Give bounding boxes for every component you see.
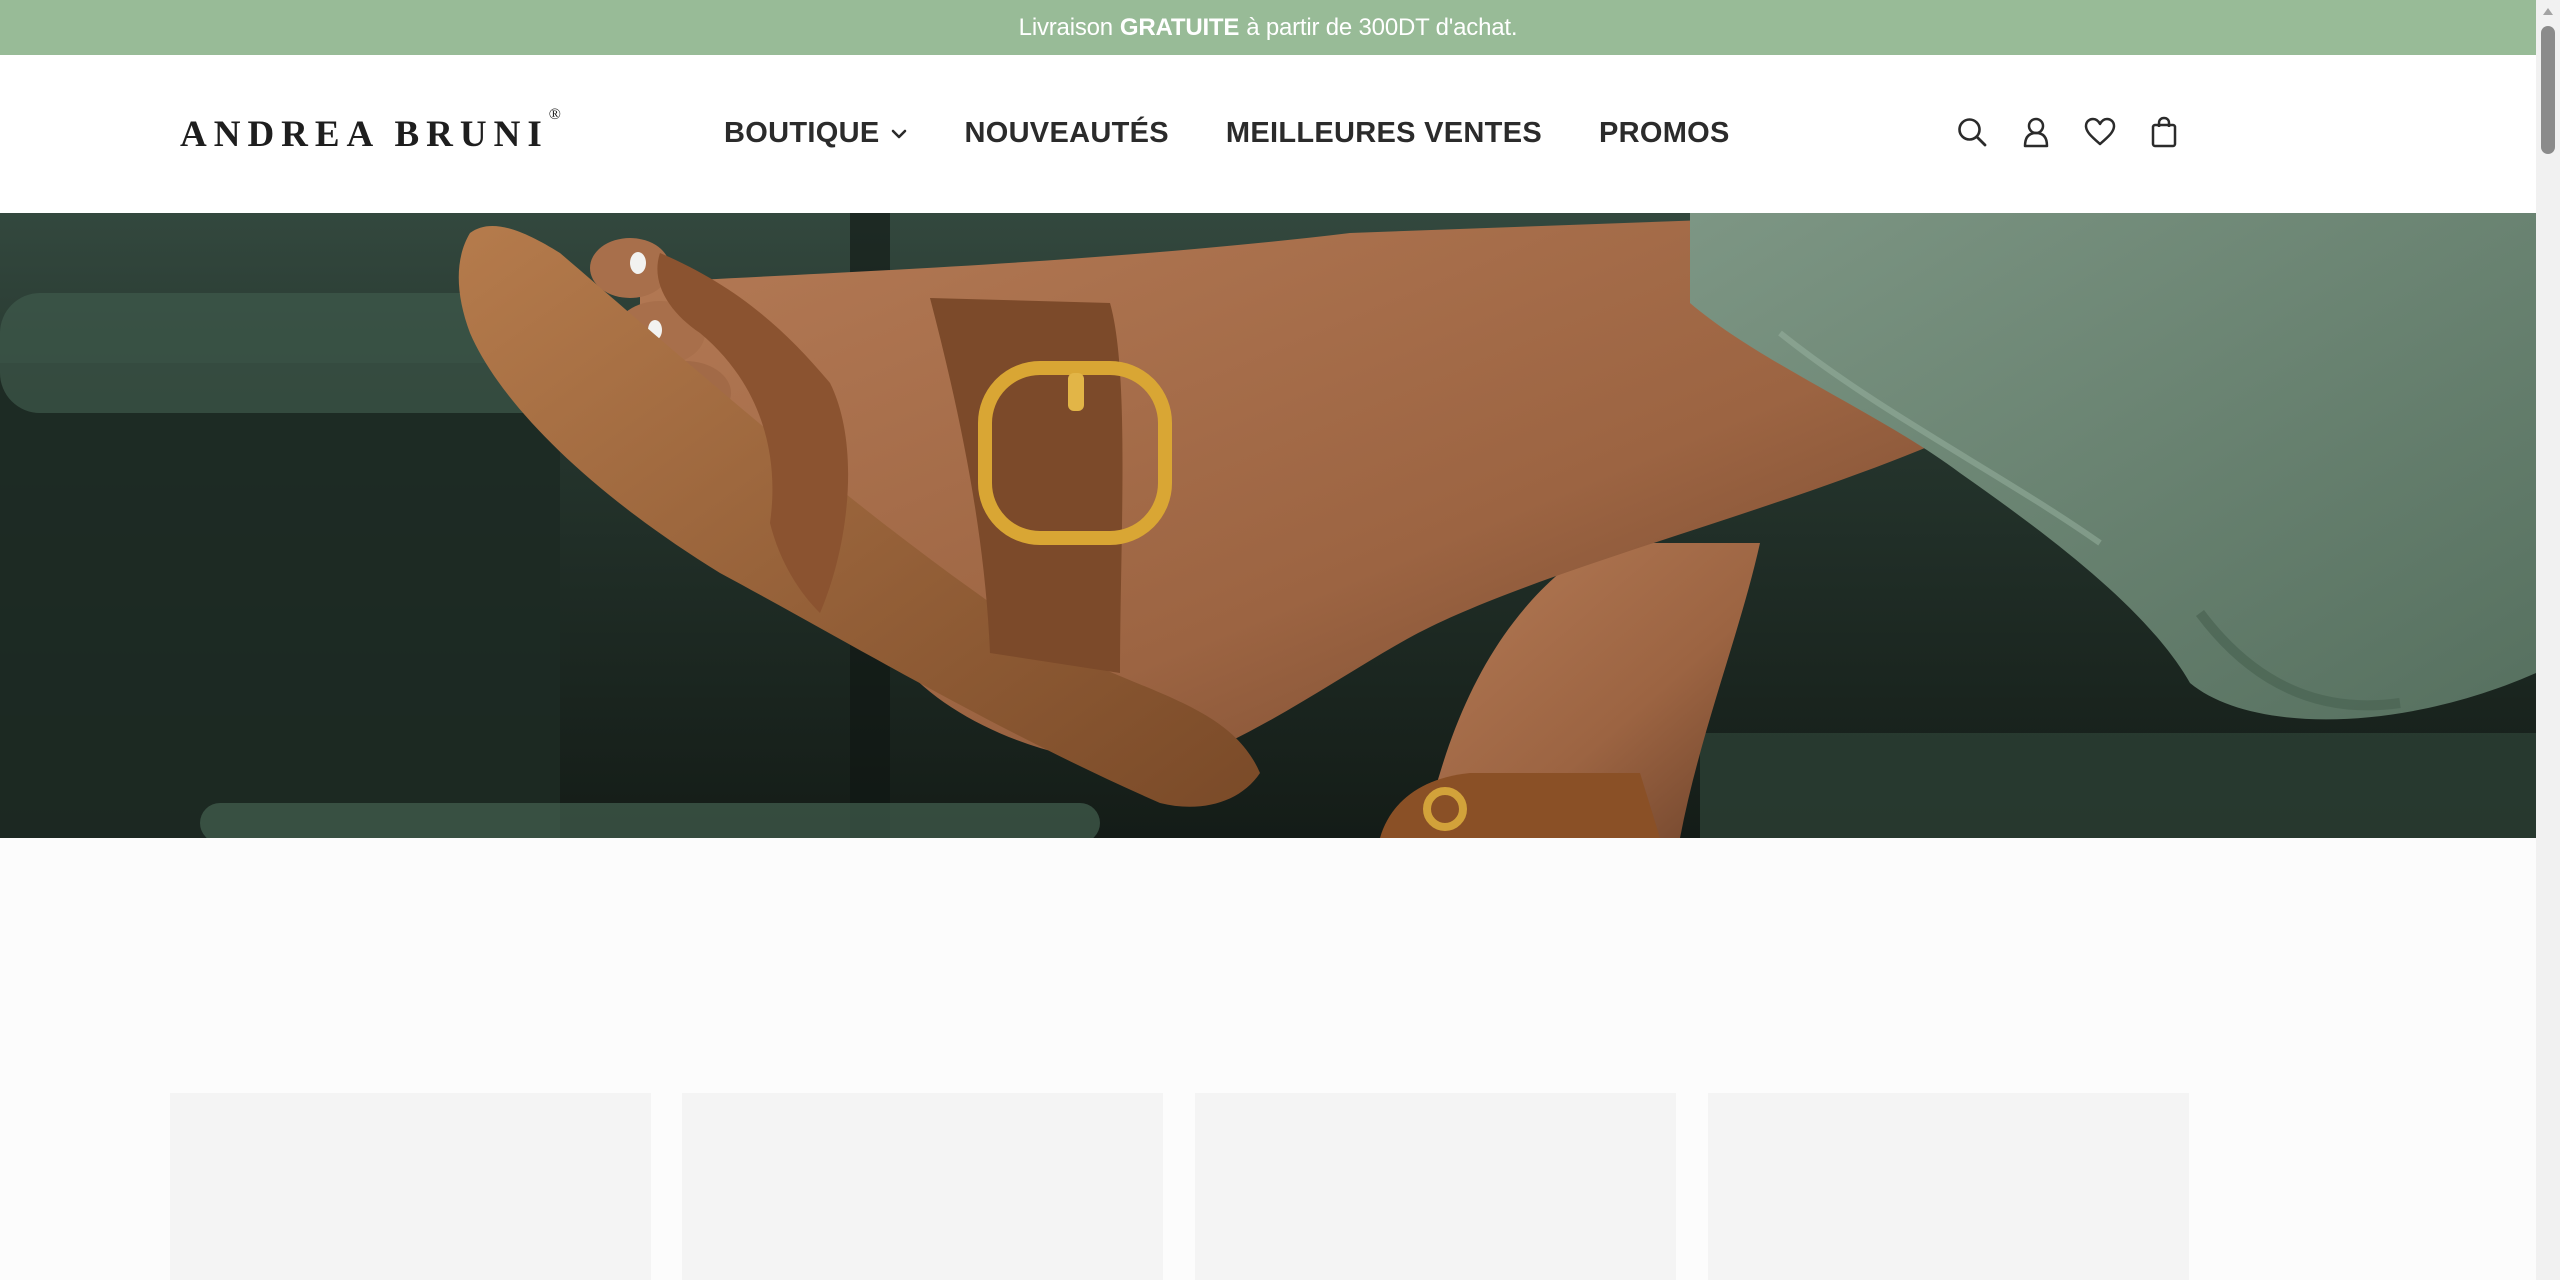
wishlist-heart-icon[interactable] — [2083, 115, 2117, 149]
hero-image — [0, 213, 2536, 838]
chevron-down-icon — [891, 129, 907, 139]
product-card-placeholder — [682, 1093, 1163, 1280]
header-icons — [1955, 115, 2211, 149]
hero-banner[interactable] — [0, 213, 2536, 838]
main-nav: BOUTIQUE NOUVEAUTÉS MEILLEURES VENTES PR… — [724, 117, 1787, 150]
product-card-placeholder — [1708, 1093, 2189, 1280]
product-card-placeholder — [1195, 1093, 1676, 1280]
announcement-suffix: à partir de 300DT d'achat. — [1246, 13, 1518, 41]
search-icon[interactable] — [1955, 115, 1989, 149]
announcement-bar: Livraison GRATUITE à partir de 300DT d'a… — [0, 0, 2536, 55]
nav-item-label: MEILLEURES VENTES — [1225, 117, 1542, 149]
nav-item-meilleures-ventes[interactable]: MEILLEURES VENTES — [1226, 117, 1542, 150]
account-icon[interactable] — [2019, 115, 2053, 149]
scrollbar-thumb[interactable] — [2541, 26, 2555, 154]
product-card-placeholder — [170, 1093, 651, 1280]
announcement-prefix: Livraison — [1018, 13, 1113, 41]
brand-name: ANDREA BRUNI — [180, 114, 549, 155]
site-header: ANDREA BRUNI® BOUTIQUE NOUVEAUTÉS MEILLE… — [0, 55, 2536, 213]
nav-item-label: PROMOS — [1598, 117, 1730, 149]
shopping-bag-icon[interactable] — [2147, 115, 2181, 149]
nav-item-boutique[interactable]: BOUTIQUE — [724, 117, 907, 150]
scroll-up-arrow-icon[interactable] — [2543, 8, 2553, 15]
nav-item-nouveautes[interactable]: NOUVEAUTÉS — [964, 117, 1168, 150]
nav-item-label: NOUVEAUTÉS — [964, 117, 1169, 149]
registered-mark: ® — [548, 105, 561, 123]
brand-logo[interactable]: ANDREA BRUNI® — [180, 106, 561, 156]
announcement-highlight: GRATUITE — [1119, 13, 1240, 41]
page-scrollbar[interactable] — [2536, 0, 2560, 1280]
nav-item-label: BOUTIQUE — [724, 117, 880, 149]
nav-item-promos[interactable]: PROMOS — [1599, 117, 1730, 150]
